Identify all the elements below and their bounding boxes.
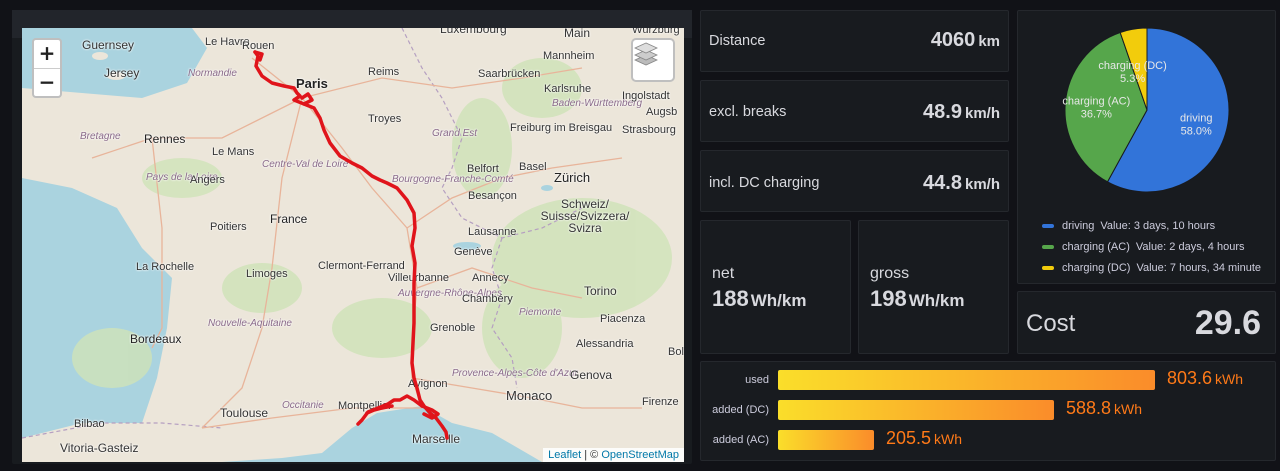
excl-breaks-value: 48.9 km/h	[923, 101, 1000, 124]
legend-series-name: charging (DC)	[1062, 262, 1131, 274]
legend-series-value: Value: 7 hours, 34 minute	[1136, 262, 1262, 274]
bar-gauge-value: 205.5 kWh	[886, 428, 962, 449]
bar-gauge-bar	[778, 370, 1155, 390]
legend-series-name: charging (AC)	[1062, 241, 1130, 253]
gross-consumption-panel: gross 198 Wh/km	[858, 220, 1009, 354]
distance-label: Distance	[709, 33, 766, 49]
legend-swatch	[1042, 245, 1054, 250]
pie-legend-item[interactable]: driving Value: 3 days, 10 hours	[1042, 220, 1215, 232]
distance-panel: Distance 4060 km	[700, 10, 1009, 72]
net-number: 188	[712, 286, 749, 311]
net-consumption-panel: net 188 Wh/km	[700, 220, 851, 354]
gross-value: 198 Wh/km	[870, 286, 964, 312]
bar-gauge-number: 205.5	[886, 428, 932, 448]
incl-dc-value: 44.8 km/h	[923, 172, 1000, 195]
incl-dc-label: incl. DC charging	[709, 175, 820, 191]
excl-breaks-number: 48.9	[923, 101, 962, 123]
energy-bar-gauge-panel: used 803.6 kWh added (DC) 588.8 kWh added (AC)…	[700, 361, 1276, 461]
route-line	[365, 404, 394, 415]
route-map[interactable]: Guernsey Jersey Le Havre Rouen Normandie Pari…	[22, 28, 684, 462]
incl-dc-unit: km/h	[964, 176, 1000, 193]
net-unit: Wh/km	[750, 291, 807, 310]
attribution-separator: | ©	[581, 449, 602, 461]
cost-label: Cost	[1026, 310, 1076, 337]
zoom-in-button[interactable]: +	[34, 40, 60, 68]
excl-breaks-unit: km/h	[964, 105, 1000, 122]
bar-gauge-value: 588.8 kWh	[1066, 398, 1142, 419]
cost-value: 29.6	[1194, 304, 1261, 342]
openstreetmap-link[interactable]: OpenStreetMap	[601, 449, 679, 461]
gross-label: gross	[870, 265, 910, 282]
bar-gauge-number: 803.6	[1167, 368, 1213, 388]
cost-panel: Cost 29.6	[1017, 291, 1276, 354]
speed-incl-dc-panel: incl. DC charging 44.8 km/h	[700, 150, 1009, 212]
route-line	[302, 102, 449, 440]
excl-breaks-label: excl. breaks	[709, 104, 787, 120]
distance-unit: km	[978, 33, 1000, 50]
pie-slice-name-label: driving	[1180, 113, 1212, 125]
pie-slice-name-label: charging (DC)	[1098, 60, 1166, 72]
bar-gauge-value: 803.6 kWh	[1167, 368, 1243, 389]
net-label: net	[712, 265, 735, 282]
route-overlay	[253, 50, 449, 440]
pie-slice-percent-label: 5.3%	[1120, 73, 1145, 85]
incl-dc-number: 44.8	[923, 172, 962, 194]
map-panel: Guernsey Jersey Le Havre Rouen Normandie Pari…	[12, 10, 692, 464]
layers-icon	[634, 42, 658, 66]
bar-gauge-bar	[778, 430, 874, 450]
legend-swatch	[1042, 224, 1054, 229]
pie-slice-percent-label: 58.0%	[1181, 126, 1212, 138]
bar-gauge-label: used	[745, 374, 769, 386]
zoom-control: + −	[32, 38, 62, 98]
legend-swatch	[1042, 266, 1054, 271]
pie-legend-item[interactable]: charging (AC) Value: 2 days, 4 hours	[1042, 241, 1245, 253]
pie-slice-percent-label: 36.7%	[1081, 109, 1112, 121]
bar-gauge-number: 588.8	[1066, 398, 1112, 418]
legend-series-value: Value: 2 days, 4 hours	[1135, 241, 1245, 253]
bar-gauge-label: added (AC)	[712, 434, 769, 446]
bar-gauge-label: added (DC)	[712, 404, 769, 416]
bar-gauge-unit: kWh	[934, 431, 963, 447]
zoom-out-button[interactable]: −	[34, 68, 60, 96]
leaflet-link[interactable]: Leaflet	[548, 449, 581, 461]
pie-slice-name-label: charging (AC)	[1062, 96, 1130, 108]
speed-excl-breaks-panel: excl. breaks 48.9 km/h	[700, 80, 1009, 142]
gross-unit: Wh/km	[908, 291, 965, 310]
distance-value: 4060 km	[931, 29, 1000, 52]
pie-legend-item[interactable]: charging (DC) Value: 7 hours, 34 minute	[1042, 262, 1261, 274]
bar-gauge-unit: kWh	[1114, 401, 1143, 417]
time-distribution-panel: driving 58.0% charging (AC) 36.7% charging (…	[1017, 10, 1276, 284]
route-line	[356, 394, 424, 426]
map-attribution: Leaflet | © OpenStreetMap	[543, 448, 684, 462]
legend-series-name: driving	[1062, 220, 1095, 232]
bar-gauge-bar	[778, 400, 1054, 420]
net-value: 188 Wh/km	[712, 286, 806, 312]
time-pie-chart: driving58.0% charging (AC)36.7% charging (…	[1062, 27, 1230, 193]
bar-gauge-unit: kWh	[1215, 371, 1244, 387]
gross-number: 198	[870, 286, 907, 311]
legend-series-value: Value: 3 days, 10 hours	[1100, 220, 1216, 232]
route-line	[253, 50, 314, 106]
distance-number: 4060	[930, 29, 976, 51]
layers-control-button[interactable]	[631, 38, 675, 82]
